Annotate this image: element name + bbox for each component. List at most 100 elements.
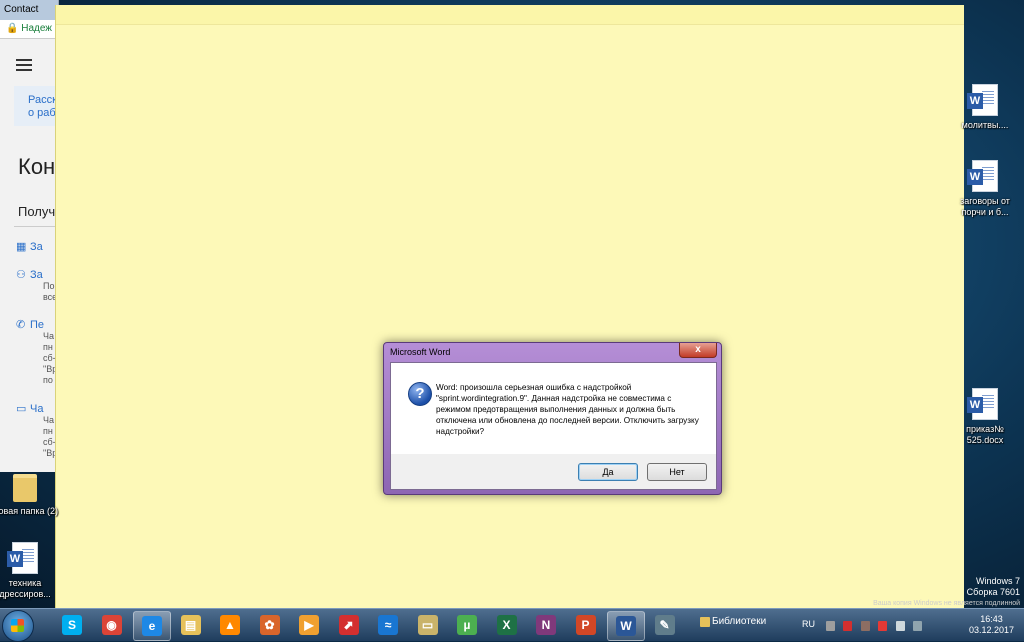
people-icon: ⚇	[16, 269, 26, 281]
contact-option[interactable]: ▭ Ча Ча пн сб- "Вр	[16, 402, 57, 459]
browser-tab-title: Contact	[4, 4, 39, 15]
onenote-icon: N	[536, 615, 556, 635]
desktop-icon-molitvy[interactable]: молитвы....	[952, 84, 1018, 131]
desktop-icon-new-folder[interactable]: Новая папка (2)	[0, 474, 58, 517]
windows-build: Сборка 7601	[966, 587, 1020, 597]
taskbar-onenote-button[interactable]: N	[528, 611, 564, 639]
lock-icon: 🔒	[6, 23, 19, 34]
dialog-message: Word: произошла серьезная ошибка с надст…	[436, 383, 699, 436]
close-button[interactable]: x	[679, 343, 717, 358]
taskbar-chrome-button[interactable]: ◉	[94, 611, 130, 639]
pdf-icon: ⬈	[338, 615, 359, 635]
word-window[interactable]	[55, 5, 964, 608]
excel-icon: X	[496, 615, 517, 635]
taskbar-utorrent-button[interactable]: µ	[449, 611, 485, 639]
libraries-toolbar[interactable]: Библиотеки	[712, 616, 766, 627]
word-doc-icon	[967, 160, 998, 192]
tray-icon[interactable]	[860, 621, 870, 631]
word-doc-icon	[967, 84, 998, 116]
no-button[interactable]: Нет	[647, 463, 707, 481]
chat-icon: ▭	[16, 403, 27, 415]
volume-icon[interactable]	[895, 621, 905, 631]
browser-tab[interactable]: Contact	[0, 0, 58, 20]
desktop-icon-tehnika[interactable]: техника дрессиров...	[0, 542, 58, 600]
error-dialog[interactable]: Microsoft Word x ? Word: произошла серье…	[383, 342, 722, 495]
tray-icon[interactable]	[826, 621, 835, 631]
word-icon: W	[616, 616, 636, 636]
word-doc-icon	[7, 542, 38, 574]
divider	[14, 226, 58, 227]
notepad-icon: ✎	[654, 615, 675, 635]
page-heading: Кон	[18, 154, 56, 179]
internet-explorer-icon: e	[142, 616, 162, 636]
contact-option[interactable]: ✆ Пе Ча пн сб- "Вр по	[16, 318, 57, 386]
taskbar-folder-button[interactable]: ▭	[410, 611, 446, 639]
folder-icon	[13, 474, 37, 502]
taskbar-powerpoint-button[interactable]: P	[568, 611, 604, 639]
taskbar-vlc-button[interactable]: ▲	[212, 611, 248, 639]
contact-option-title: Пе	[30, 319, 45, 331]
contact-option[interactable]: ⚇ За По все	[16, 268, 57, 303]
contact-option-title: За	[30, 241, 43, 253]
desktop-icon-label: заговоры от порчи и б...	[960, 196, 1010, 217]
folder-icon: ▭	[417, 615, 438, 635]
tray-icon[interactable]	[878, 621, 888, 631]
vlc-icon: ▲	[220, 615, 240, 635]
contact-option-title: Ча	[30, 403, 44, 415]
desktop-icon-label: техника дрессиров...	[0, 578, 51, 599]
taskbar-word-button[interactable]: W	[607, 611, 645, 641]
taskbar-notepad-button[interactable]: ✎	[647, 611, 683, 639]
taskbar-skype-button[interactable]: S	[54, 611, 90, 639]
clock-date: 03.12.2017	[968, 625, 1014, 635]
message-area: ? Word: произошла серьезная ошибка с над…	[391, 363, 716, 454]
contact-option[interactable]: ▦ За	[16, 240, 43, 253]
network-icon[interactable]	[913, 621, 923, 631]
desktop-icon-prikaz[interactable]: приказ№ 525.docx	[952, 388, 1018, 446]
dialog-body: ? Word: произошла серьезная ошибка с над…	[390, 362, 717, 490]
taskbar-pdf-button[interactable]: ⬈	[331, 611, 367, 639]
system-tray[interactable]	[826, 618, 926, 636]
clock[interactable]: 16:43 03.12.2017	[969, 614, 1014, 636]
skype-icon: S	[62, 615, 82, 635]
info-card[interactable]: Расск о раб	[14, 86, 58, 126]
utorrent-icon: µ	[457, 615, 477, 635]
tray-icon[interactable]	[843, 621, 853, 631]
media-player-icon: ▶	[299, 615, 319, 635]
word-window-topbar	[56, 5, 964, 25]
address-bar[interactable]: 🔒 Надеж	[0, 20, 58, 39]
desktop-icon-zagovory[interactable]: заговоры от порчи и б...	[952, 160, 1018, 218]
taskbar-media-player-button[interactable]: ▶	[291, 611, 327, 639]
word-doc-icon	[967, 388, 998, 420]
desktop-icon-label: приказ№ 525.docx	[966, 424, 1004, 445]
taskbar-explorer-button[interactable]: ▤	[173, 611, 209, 639]
question-icon: ?	[408, 382, 432, 406]
start-button[interactable]	[2, 610, 34, 642]
contact-option-title: За	[30, 269, 43, 281]
yes-button[interactable]: Да	[578, 463, 638, 481]
calendar-icon: ▦	[16, 241, 27, 253]
browser-window[interactable]: Contact 🔒 Надеж Расск о раб Кон Получ ▦ З…	[0, 0, 59, 472]
photo-icon: ✿	[259, 615, 280, 635]
page-subheading: Получ	[18, 204, 56, 219]
chrome-icon: ◉	[101, 615, 122, 635]
phone-icon: ✆	[16, 319, 26, 331]
dialog-title: Microsoft Word	[390, 347, 451, 357]
taskbar-photo-button[interactable]: ✿	[252, 611, 288, 639]
powerpoint-icon: P	[575, 615, 596, 635]
libraries-icon	[700, 617, 710, 627]
app-blue-icon: ≈	[378, 615, 398, 635]
hamburger-menu-icon[interactable]	[16, 56, 32, 74]
taskbar: S ◉ e ▤ ▲ ✿ ▶ ⬈ ≈ ▭ µ X N P W ✎ Библиотеки RU 16:43 03.…	[0, 608, 1024, 642]
windows-version: Windows 7	[975, 576, 1020, 586]
clock-time: 16:43	[980, 614, 1003, 624]
taskbar-internet-explorer-button[interactable]: e	[133, 611, 171, 641]
explorer-icon: ▤	[180, 615, 201, 635]
desktop-icon-label: Новая папка (2)	[0, 506, 58, 516]
address-text: Надеж	[21, 23, 52, 34]
taskbar-app-blue-button[interactable]: ≈	[370, 611, 406, 639]
activation-watermark: Windows 7 Сборка 7601 Ваша копия Windows…	[873, 576, 1020, 609]
language-indicator[interactable]: RU	[802, 619, 815, 629]
taskbar-excel-button[interactable]: X	[489, 611, 525, 639]
desktop-icon-label: молитвы....	[961, 120, 1009, 130]
desktop: Contact 🔒 Надеж Расск о раб Кон Получ ▦ З…	[0, 0, 1024, 608]
